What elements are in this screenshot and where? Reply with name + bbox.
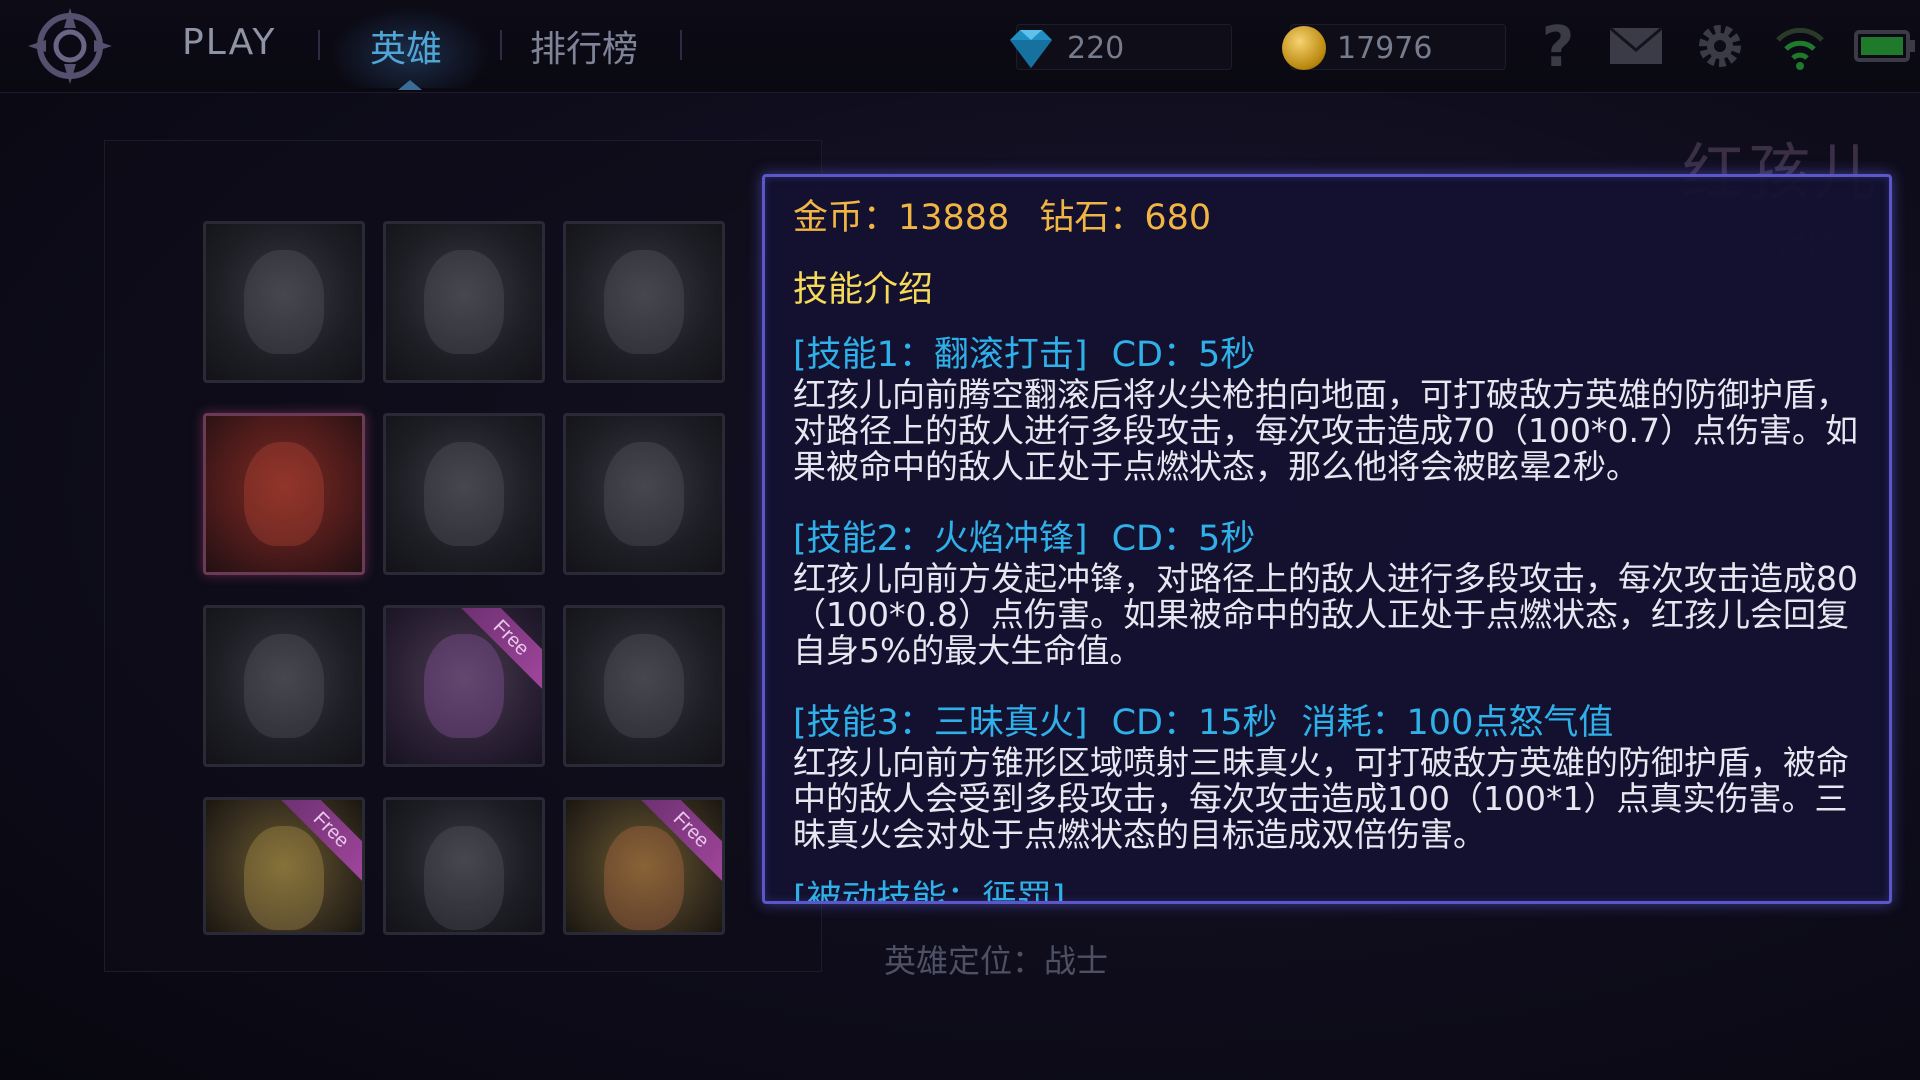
skill-cost: 消耗：100点怒气值	[1301, 703, 1614, 743]
hero-card[interactable]	[383, 221, 545, 383]
hero-card[interactable]	[383, 413, 545, 575]
tab-divider	[500, 30, 502, 60]
diamond-icon	[1010, 30, 1052, 68]
skill-entry: [技能1：翻滚打击] CD：5秒 红孩儿向前腾空翻滚后将火尖枪拍向地面，可打破敌方…	[793, 333, 1867, 485]
hero-card[interactable]	[563, 605, 725, 767]
skill-description: 红孩儿向前腾空翻滚后将火尖枪拍向地面，可打破敌方英雄的防御护盾，对路径上的敌人进…	[793, 375, 1858, 486]
gold-coin-icon	[1282, 26, 1326, 70]
gold-amount: 17976	[1337, 31, 1433, 66]
skill-cooldown: CD：15秒	[1111, 703, 1278, 743]
active-tab-indicator	[398, 80, 422, 90]
skill-cooldown: CD：5秒	[1111, 519, 1256, 559]
skills-section-title: 技能介绍	[793, 270, 934, 310]
hero-price: 金币：13888 钻石：680	[793, 189, 1867, 247]
tab-heroes[interactable]: 英雄	[370, 20, 442, 72]
passive-skill-entry: [被动技能：惩罚]	[793, 877, 1867, 904]
hero-role-label: 英雄定位：战士	[884, 942, 1109, 980]
skill-name: [技能3：三昧真火]	[793, 703, 1088, 743]
hero-card[interactable]	[563, 221, 725, 383]
skill-entry: [技能3：三昧真火] CD：15秒 消耗：100点怒气值 红孩儿向前方锥形区域喷射三…	[793, 701, 1867, 853]
skill-entry: [技能2：火焰冲锋] CD：5秒 红孩儿向前方发起冲锋，对路径上的敌人进行多段攻击…	[793, 517, 1867, 669]
top-bar: PLAY 英雄 排行榜 220 17976 ?	[0, 0, 1920, 93]
gold-price: 金币：13888	[793, 198, 1010, 238]
tab-divider	[680, 30, 682, 60]
hero-card[interactable]	[203, 605, 365, 767]
battery-icon	[1854, 30, 1915, 62]
tab-play[interactable]: PLAY	[182, 22, 276, 63]
hero-card[interactable]: Free	[563, 797, 725, 935]
wifi-icon	[1776, 27, 1824, 70]
skill-description: 红孩儿向前方发起冲锋，对路径上的敌人进行多段攻击，每次攻击造成80（100*0.…	[793, 559, 1858, 670]
tab-divider	[318, 30, 320, 60]
hero-card[interactable]	[203, 221, 365, 383]
settings-gear-icon[interactable]	[1690, 18, 1750, 74]
svg-text:?: ?	[1542, 18, 1574, 74]
hero-card[interactable]	[563, 413, 725, 575]
diamond-amount: 220	[1067, 31, 1125, 66]
skill-description: 红孩儿向前方锥形区域喷射三昧真火，可打破敌方英雄的防御护盾，被命中的敌人会受到多…	[793, 743, 1849, 854]
hero-list-panel: Free Free Free	[104, 140, 822, 972]
hero-card-selected[interactable]	[203, 413, 365, 575]
tab-leaderboard[interactable]: 排行榜	[530, 20, 638, 72]
skill-name: [技能2：火焰冲锋]	[793, 519, 1088, 559]
hero-card[interactable]: Free	[383, 605, 545, 767]
mail-icon[interactable]	[1606, 18, 1666, 74]
help-icon[interactable]: ?	[1528, 18, 1588, 74]
passive-skill-name: [被动技能：惩罚]	[793, 879, 1066, 904]
skill-name: [技能1：翻滚打击]	[793, 335, 1088, 375]
skill-description-popup[interactable]: 金币：13888 钻石：680 技能介绍 [技能1：翻滚打击] CD：5秒 红孩儿向…	[762, 174, 1892, 904]
game-logo-icon[interactable]	[18, 4, 122, 88]
skill-cooldown: CD：5秒	[1111, 335, 1256, 375]
hero-card[interactable]	[383, 797, 545, 935]
diamond-price: 钻石：680	[1039, 198, 1212, 238]
hero-card[interactable]: Free	[203, 797, 365, 935]
